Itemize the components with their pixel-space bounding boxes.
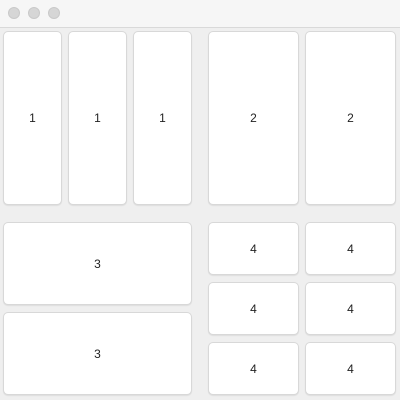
content-area: 1 1 1 2 2 3 3 4 4 4 4 4 4 [0, 28, 400, 400]
tile-3-a[interactable]: 3 [3, 222, 192, 305]
tile-1-a[interactable]: 1 [3, 31, 62, 205]
tile-label: 3 [94, 256, 101, 271]
tile-label: 2 [347, 111, 354, 125]
tile-4-b[interactable]: 4 [305, 222, 396, 275]
tile-3-b[interactable]: 3 [3, 312, 192, 395]
tile-2-b[interactable]: 2 [305, 31, 396, 205]
tile-4-e[interactable]: 4 [208, 342, 299, 395]
zoom-button[interactable] [48, 7, 60, 19]
tile-label: 4 [250, 361, 257, 376]
tile-label: 4 [347, 241, 354, 256]
tile-label: 1 [29, 111, 36, 125]
tile-2-a[interactable]: 2 [208, 31, 299, 205]
title-bar [0, 0, 400, 28]
app-window: 1 1 1 2 2 3 3 4 4 4 4 4 4 [0, 0, 400, 400]
tile-label: 4 [347, 361, 354, 376]
tile-4-d[interactable]: 4 [305, 282, 396, 335]
minimize-button[interactable] [28, 7, 40, 19]
tile-4-a[interactable]: 4 [208, 222, 299, 275]
tile-label: 2 [250, 111, 257, 125]
close-button[interactable] [8, 7, 20, 19]
tile-1-b[interactable]: 1 [68, 31, 127, 205]
tile-label: 4 [250, 241, 257, 256]
tile-label: 1 [94, 111, 101, 125]
tile-4-f[interactable]: 4 [305, 342, 396, 395]
tile-1-c[interactable]: 1 [133, 31, 192, 205]
tile-label: 3 [94, 346, 101, 361]
tile-label: 4 [250, 301, 257, 316]
tile-4-c[interactable]: 4 [208, 282, 299, 335]
tile-label: 4 [347, 301, 354, 316]
tile-label: 1 [159, 111, 166, 125]
